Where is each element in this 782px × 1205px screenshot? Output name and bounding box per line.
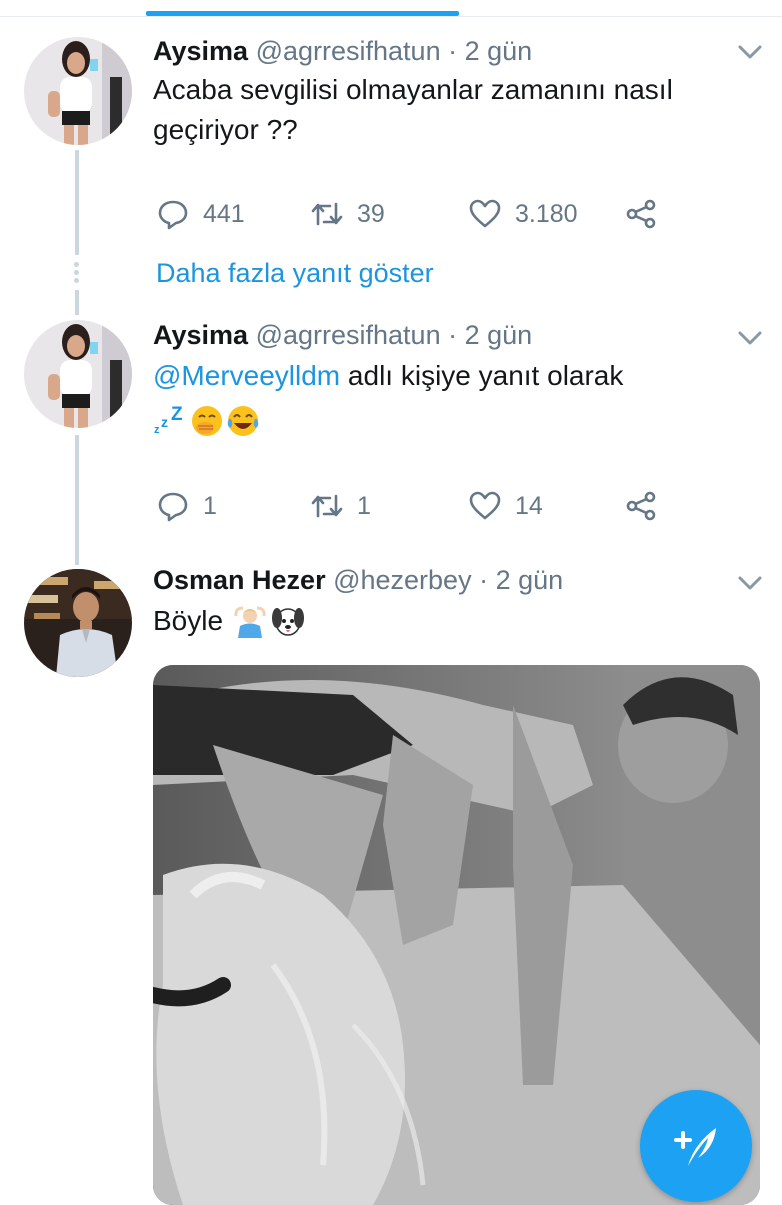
thread-gap-dots bbox=[74, 262, 80, 286]
timestamp[interactable]: 2 gün bbox=[496, 565, 564, 595]
chevron-down-icon[interactable] bbox=[736, 42, 764, 62]
retweet-icon bbox=[311, 494, 343, 518]
like-button[interactable]: 14 bbox=[469, 486, 543, 526]
tweet-text-line: geçiriyor ?? bbox=[153, 114, 298, 145]
separator: · bbox=[448, 36, 458, 66]
tweet-text: Acaba sevgilisi olmayanlar zamanını nası… bbox=[153, 70, 733, 150]
chevron-down-icon[interactable] bbox=[736, 328, 764, 348]
user-handle[interactable]: @agrresifhatun bbox=[256, 320, 441, 350]
compose-tweet-icon bbox=[674, 1128, 716, 1166]
timestamp[interactable]: 2 gün bbox=[465, 36, 533, 66]
heart-icon bbox=[469, 491, 501, 520]
reply-context: @Merveeylldm adlı kişiye yanıt olarak bbox=[153, 356, 733, 396]
reply-context-label: adlı kişiye yanıt olarak bbox=[340, 360, 624, 391]
reply-count: 441 bbox=[203, 199, 245, 228]
display-name[interactable]: Aysima bbox=[153, 320, 248, 350]
avatar[interactable] bbox=[24, 37, 132, 145]
face-with-hand-over-mouth-icon bbox=[192, 406, 222, 436]
retweet-count: 39 bbox=[357, 199, 385, 228]
mention-link[interactable]: @Merveeylldm bbox=[153, 360, 340, 391]
chevron-down-icon[interactable] bbox=[736, 573, 764, 593]
tweet-text-line: Böyle bbox=[153, 605, 224, 636]
tweet[interactable]: Aysima @agrresifhatun · 2 gün Acaba sevg… bbox=[0, 0, 782, 250]
retweet-icon bbox=[311, 202, 343, 226]
like-count: 3.180 bbox=[515, 199, 578, 228]
share-icon bbox=[626, 491, 656, 521]
face-with-tears-of-joy-icon bbox=[227, 406, 259, 436]
retweet-button[interactable]: 39 bbox=[311, 194, 385, 234]
show-more-replies-link[interactable]: Daha fazla yanıt göster bbox=[156, 258, 434, 289]
tweet-emojis: z z Z bbox=[153, 403, 261, 439]
reply-count: 1 bbox=[203, 491, 217, 520]
reply-icon bbox=[158, 492, 188, 522]
reply-button[interactable]: 1 bbox=[157, 486, 217, 526]
tweet-header: Aysima @agrresifhatun · 2 gün bbox=[153, 36, 532, 67]
avatar[interactable] bbox=[24, 569, 132, 677]
tweet-header: Osman Hezer @hezerbey · 2 gün bbox=[153, 565, 563, 596]
tweet-text-line: Acaba sevgilisi olmayanlar zamanını nası… bbox=[153, 74, 673, 105]
share-button[interactable] bbox=[625, 486, 671, 526]
tweet-header: Aysima @agrresifhatun · 2 gün bbox=[153, 320, 532, 351]
sleeping-zzz-icon: z z Z bbox=[154, 404, 183, 436]
separator: · bbox=[448, 320, 458, 350]
tweet-actions: 441 39 3.180 bbox=[153, 194, 673, 234]
avatar[interactable] bbox=[24, 320, 132, 428]
like-button[interactable]: 3.180 bbox=[469, 194, 578, 234]
reply-icon bbox=[158, 200, 188, 230]
share-icon bbox=[626, 199, 656, 229]
tweet-actions: 1 1 14 bbox=[153, 486, 673, 526]
svg-text:z: z bbox=[154, 424, 160, 436]
retweet-button[interactable]: 1 bbox=[311, 486, 371, 526]
dog-face-icon bbox=[272, 608, 305, 636]
share-button[interactable] bbox=[625, 194, 671, 234]
heart-icon bbox=[469, 199, 501, 228]
compose-tweet-button[interactable] bbox=[640, 1090, 752, 1202]
user-handle[interactable]: @agrresifhatun bbox=[256, 36, 441, 66]
man-gesturing-ok-icon bbox=[234, 606, 266, 638]
display-name[interactable]: Aysima bbox=[153, 36, 248, 66]
timestamp[interactable]: 2 gün bbox=[465, 320, 533, 350]
display-name[interactable]: Osman Hezer bbox=[153, 565, 326, 595]
separator: · bbox=[479, 565, 489, 595]
reply-button[interactable]: 441 bbox=[157, 194, 245, 234]
like-count: 14 bbox=[515, 491, 543, 520]
user-handle[interactable]: @hezerbey bbox=[333, 565, 471, 595]
svg-text:Z: Z bbox=[171, 404, 183, 425]
tweet-text: Böyle bbox=[153, 601, 733, 641]
svg-text:z: z bbox=[161, 414, 168, 430]
retweet-count: 1 bbox=[357, 491, 371, 520]
